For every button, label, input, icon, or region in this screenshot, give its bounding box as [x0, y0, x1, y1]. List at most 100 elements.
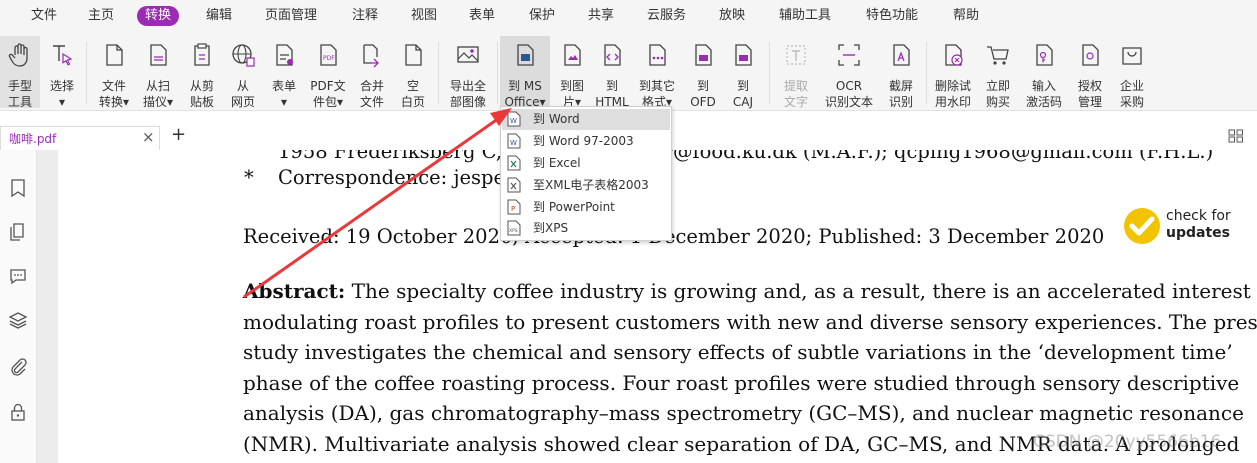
powerpoint-doc-icon: P: [507, 199, 521, 215]
shopping-cart-icon: [987, 46, 1009, 65]
from-clipboard-label-1: 从剪: [189, 79, 214, 93]
key-doc-icon: [1036, 44, 1053, 66]
enterprise-label-2: 采购: [1119, 95, 1144, 109]
menu-protect[interactable]: 保护: [529, 0, 555, 32]
to-caj-label-2: CAJ: [732, 95, 754, 109]
to-image-button[interactable]: 到图 片▾: [554, 36, 590, 109]
hand-label-1: 手型: [7, 79, 32, 93]
screenshot-ocr-label-2: 识别: [888, 95, 913, 109]
to-ofd-button[interactable]: 到 OFD: [684, 36, 722, 109]
from-clipboard-label-2: 贴板: [189, 95, 214, 109]
menu-share[interactable]: 共享: [588, 0, 614, 32]
pages-thumbnail-icon[interactable]: [8, 222, 28, 242]
merge-label-2: 文件: [359, 95, 384, 109]
extract-text-label-2: 文字: [783, 95, 808, 109]
buy-now-label-1: 立即: [985, 79, 1010, 93]
enterprise-purchase-button[interactable]: 企业 采购: [1112, 36, 1152, 109]
comment-icon[interactable]: [8, 266, 28, 286]
to-xml-spreadsheet-label: 至XML电子表格2003: [533, 178, 649, 192]
abstract-line-3: study investigates the chemical and sens…: [243, 340, 1233, 364]
screenshot-ocr-button[interactable]: 截屏 识别: [880, 36, 922, 109]
select-tool-button[interactable]: 选择 ▾: [44, 36, 80, 109]
to-word-97-option[interactable]: W 到 Word 97-2003: [502, 131, 670, 152]
from-web-button[interactable]: 从网页: [224, 36, 262, 109]
bookmark-icon[interactable]: [8, 178, 28, 198]
menu-file[interactable]: 文件: [31, 0, 57, 32]
form-label-2: ▾: [280, 95, 288, 109]
extract-text-button[interactable]: 提取 文字: [776, 36, 816, 109]
activation-code-button[interactable]: 输入 激活码: [1020, 36, 1068, 109]
menu-bar: 文件 主页 转换 编辑 页面管理 注释 视图 表单 保护 共享 云服务 放映 辅…: [0, 0, 1257, 32]
to-caj-button[interactable]: 到 CAJ: [724, 36, 762, 109]
layers-icon[interactable]: [8, 310, 28, 330]
remove-watermark-button[interactable]: 删除试 用水印: [932, 36, 974, 109]
buy-now-button[interactable]: 立即 购买: [978, 36, 1018, 109]
menu-page-manage[interactable]: 页面管理: [265, 0, 317, 32]
toolbar-separator: [497, 42, 498, 104]
menu-help[interactable]: 帮助: [953, 0, 979, 32]
remove-watermark-label-2: 用水印: [934, 95, 971, 109]
from-scanner-button[interactable]: 从扫描仪▾: [138, 36, 178, 109]
close-tab-icon[interactable]: ×: [142, 128, 155, 146]
document-tab[interactable]: 咖啡.pdf ×: [0, 126, 160, 150]
lock-icon[interactable]: [8, 402, 28, 422]
check-updates-line-2: updates: [1166, 225, 1230, 241]
clipboard-icon: [194, 43, 210, 66]
hand-label-2: 工具: [7, 95, 32, 109]
from-scan-label-1: 从扫: [145, 79, 170, 93]
grid-view-icon[interactable]: [1228, 129, 1244, 143]
merge-files-button[interactable]: 合并 文件: [352, 36, 392, 109]
pdf-package-icon: PDF: [320, 44, 337, 66]
menu-home[interactable]: 主页: [88, 0, 114, 32]
file-convert-button[interactable]: 文件 转换▾: [94, 36, 134, 109]
to-ms-office-button[interactable]: 到 MS Office▾: [500, 36, 550, 109]
attachment-icon[interactable]: [8, 356, 28, 376]
footnote-star: *: [244, 166, 254, 189]
menu-view[interactable]: 视图: [411, 0, 437, 32]
menu-annotate[interactable]: 注释: [352, 0, 378, 32]
to-html-button[interactable]: 到 HTML: [592, 36, 632, 109]
to-word-option[interactable]: W 到 Word: [502, 109, 670, 130]
svg-text:XPS: XPS: [509, 228, 518, 234]
toolbar: 手型 工具 选择 ▾ 文件 转换▾ 从扫 描仪▾ 从剪 贴板 从网页 表单 ▾ PDF PD…: [0, 32, 1257, 111]
menu-cloud[interactable]: 云服务: [647, 0, 686, 32]
from-clipboard-button[interactable]: 从剪 贴板: [182, 36, 222, 109]
menu-convert[interactable]: 转换: [137, 6, 180, 26]
to-powerpoint-option[interactable]: P 到 PowerPoint: [502, 197, 670, 218]
blank-label-1: 空: [406, 79, 419, 93]
svg-text:W: W: [510, 117, 517, 125]
buy-now-label-2: 购买: [985, 95, 1010, 109]
word-doc-icon: W: [507, 133, 521, 149]
license-manage-button[interactable]: 授权 管理: [1070, 36, 1110, 109]
menu-features[interactable]: 特色功能: [866, 0, 918, 32]
ocr-label-1: OCR: [835, 79, 863, 93]
hand-icon: [8, 43, 28, 67]
to-other-format-button[interactable]: 到其它 格式▾: [634, 36, 680, 109]
menu-accessibility[interactable]: 辅助工具: [779, 0, 831, 32]
export-images-button[interactable]: 导出全 部图像: [444, 36, 492, 109]
blank-page-button[interactable]: 空白页: [394, 36, 432, 109]
toolbar-separator: [926, 42, 927, 104]
document-tab-title: 咖啡.pdf: [9, 132, 57, 146]
ocr-button[interactable]: OCR 识别文本: [820, 36, 878, 109]
to-excel-option[interactable]: 到 Excel: [502, 153, 670, 174]
toolbar-separator: [86, 42, 87, 104]
new-tab-button[interactable]: +: [171, 124, 186, 145]
pdf-package-button[interactable]: PDF PDF文 件包▾: [306, 36, 350, 109]
menu-form[interactable]: 表单: [469, 0, 495, 32]
from-scan-label-2: 描仪▾: [142, 95, 174, 109]
menu-slideshow[interactable]: 放映: [719, 0, 745, 32]
check-for-updates-badge[interactable]: check for updates: [1122, 206, 1252, 246]
checkmark-badge-icon: [1124, 208, 1160, 244]
to-xml-spreadsheet-option[interactable]: 至XML电子表格2003: [502, 175, 670, 196]
menu-edit[interactable]: 编辑: [206, 0, 232, 32]
form-button[interactable]: 表单 ▾: [266, 36, 302, 109]
to-image-label-1: 到图: [559, 79, 584, 93]
to-caj-label-1: 到: [736, 79, 749, 93]
to-excel-label: 到 Excel: [533, 156, 581, 170]
to-xps-option[interactable]: XPS 到XPS: [502, 218, 670, 239]
form-label-1: 表单: [271, 79, 296, 93]
ms-office-dropdown: W 到 Word W 到 Word 97-2003 到 Excel 至XML电子…: [500, 106, 672, 241]
hand-tool-button[interactable]: 手型 工具: [0, 36, 40, 109]
file-convert-label-2: 转换▾: [98, 95, 130, 109]
